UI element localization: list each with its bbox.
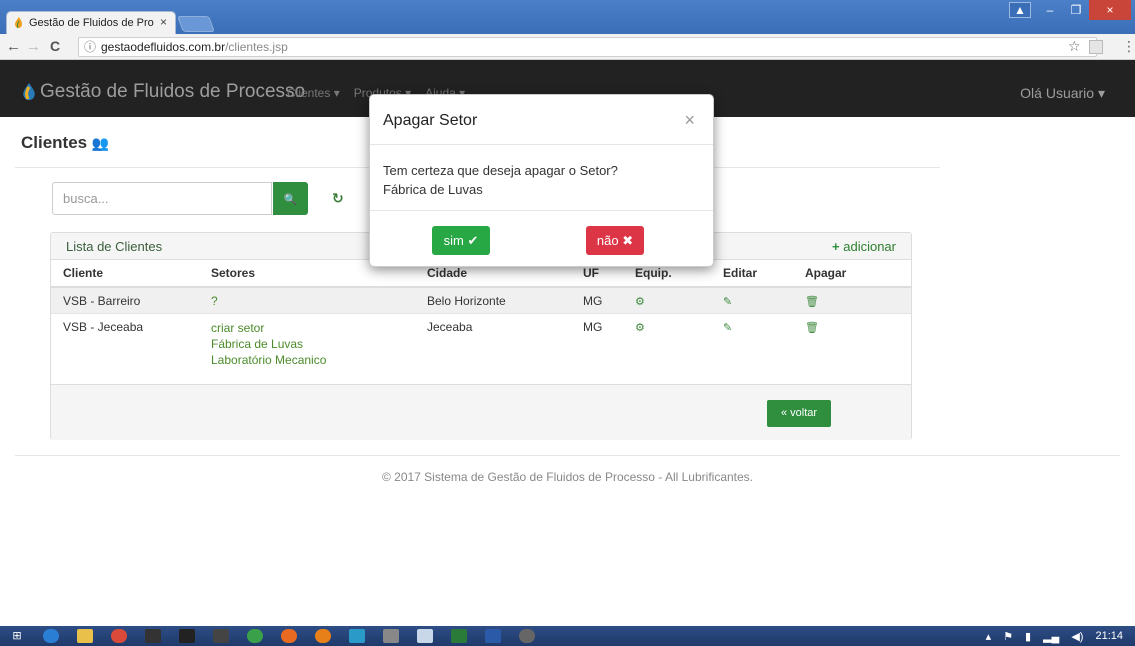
signal-icon[interactable]: ▂▄ — [1043, 630, 1059, 643]
close-icon[interactable]: × — [684, 110, 695, 131]
clock[interactable]: 21:14 — [1095, 630, 1123, 642]
minimize-button[interactable]: – — [1037, 0, 1063, 20]
image-app-icon[interactable] — [417, 629, 433, 643]
flag-icon[interactable]: ⚑ — [1003, 630, 1013, 643]
extension-icon[interactable] — [1089, 40, 1103, 54]
window-controls: ▲ – ❐ × — [1009, 0, 1131, 20]
browser-tab[interactable]: Gestão de Fluidos de Pro × — [6, 11, 176, 34]
modal-body: Tem certeza que deseja apagar o Setor? F… — [383, 161, 618, 199]
chrome-icon[interactable] — [111, 629, 127, 643]
windows-taskbar: ⊞ ▴ ⚑ ▮ ▂▄ ◀) 21:14 — [0, 626, 1135, 646]
tab-close-icon[interactable]: × — [160, 15, 167, 29]
info-icon[interactable]: ⓘ — [84, 38, 96, 56]
browser-menu-icon[interactable]: ⋮ — [1122, 38, 1135, 55]
app-orange-icon[interactable] — [281, 629, 297, 643]
forward-arrow-icon[interactable]: → — [26, 38, 41, 55]
tray-up-icon[interactable]: ▴ — [986, 630, 992, 643]
start-icon[interactable]: ⊞ — [9, 629, 25, 643]
volume-icon[interactable]: ◀) — [1071, 630, 1083, 643]
confirm-yes-button[interactable]: sim ✔ — [432, 226, 490, 255]
tab-title: Gestão de Fluidos de Pro — [29, 17, 154, 29]
new-tab-button[interactable] — [177, 16, 215, 32]
system-tray: ▴ ⚑ ▮ ▂▄ ◀) 21:14 — [986, 626, 1123, 646]
url-host: gestaodefluidos.com.br — [101, 40, 226, 54]
modal-title: Apagar Setor — [383, 112, 478, 129]
reload-icon[interactable]: C — [50, 38, 60, 54]
word-icon[interactable] — [485, 629, 501, 643]
app-drop-icon[interactable] — [247, 629, 263, 643]
app-blue-icon[interactable] — [349, 629, 365, 643]
terminal-icon[interactable] — [145, 629, 161, 643]
restore-button[interactable]: ❐ — [1063, 0, 1089, 20]
ie-icon[interactable] — [43, 629, 59, 643]
confirm-delete-modal: Apagar Setor × Tem certeza que deseja ap… — [369, 94, 714, 267]
cmd-icon[interactable] — [213, 629, 229, 643]
firefox-icon[interactable] — [315, 629, 331, 643]
webstorm-icon[interactable] — [179, 629, 195, 643]
close-window-button[interactable]: × — [1089, 0, 1131, 20]
address-bar: ← → C ⓘ gestaodefluidos.com.br/clientes.… — [0, 34, 1135, 60]
leaf-favicon-icon — [15, 17, 22, 29]
bookmark-star-icon[interactable]: ☆ — [1068, 38, 1081, 55]
modal-header: Apagar Setor × — [370, 95, 713, 145]
modal-divider — [370, 210, 713, 211]
settings-app-icon[interactable] — [519, 629, 535, 643]
url-path: /clientes.jsp — [225, 40, 288, 54]
profile-icon[interactable]: ▲ — [1009, 2, 1031, 18]
file-explorer-icon[interactable] — [77, 629, 93, 643]
battery-icon[interactable]: ▮ — [1025, 630, 1031, 643]
modal-question: Tem certeza que deseja apagar o Setor? — [383, 163, 618, 178]
taskbar-apps: ⊞ — [0, 626, 544, 646]
project-icon[interactable] — [451, 629, 467, 643]
browser-tabstrip: Gestão de Fluidos de Pro × ▲ – ❐ × — [0, 0, 1135, 34]
app-gray-icon[interactable] — [383, 629, 399, 643]
url-input[interactable]: ⓘ gestaodefluidos.com.br/clientes.jsp — [78, 37, 1097, 57]
modal-sector-name: Fábrica de Luvas — [383, 182, 483, 197]
back-arrow-icon[interactable]: ← — [6, 38, 21, 55]
confirm-no-button[interactable]: não ✖ — [586, 226, 644, 255]
